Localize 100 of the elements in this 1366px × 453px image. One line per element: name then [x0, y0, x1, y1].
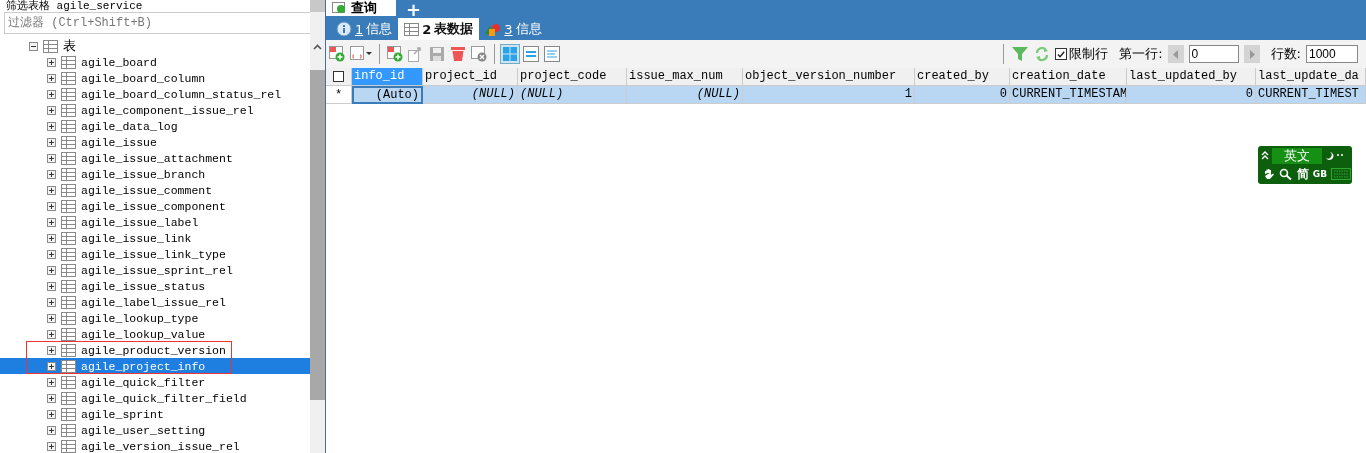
tree-item[interactable]: agile_lookup_type: [81, 311, 199, 325]
ime-charset-button[interactable]: GB: [1312, 169, 1328, 179]
table-icon: [43, 39, 58, 53]
select-all-checkbox[interactable]: [326, 68, 352, 86]
tree-item[interactable]: agile_issue_status: [81, 279, 206, 293]
tab-shortcut: 2: [422, 21, 432, 37]
expand-icon[interactable]: [47, 169, 56, 179]
row-count-field[interactable]: 1000: [1306, 45, 1358, 63]
search-icon[interactable]: [1278, 168, 1293, 180]
chevron-icon[interactable]: [1261, 151, 1269, 161]
scrollbar[interactable]: [310, 0, 325, 453]
tab[interactable]: 2 表数据: [398, 18, 480, 40]
tree-item[interactable]: agile_issue_label: [81, 215, 199, 229]
grid-options-icon[interactable]: [350, 46, 372, 62]
tree-item[interactable]: agile_issue: [81, 135, 157, 149]
filter-field[interactable]: 过滤器 (Ctrl+Shift+B): [4, 12, 310, 34]
form-view-icon[interactable]: [523, 46, 539, 62]
expand-icon[interactable]: [47, 233, 56, 243]
tree-item[interactable]: agile_issue_link: [81, 231, 192, 245]
expand-icon[interactable]: [47, 265, 56, 275]
expand-icon[interactable]: [47, 73, 56, 83]
tree-item[interactable]: agile_quick_filter_field: [81, 391, 247, 405]
tree-item[interactable]: agile_sprint: [81, 407, 164, 421]
table-icon: [61, 391, 76, 405]
expand-icon[interactable]: [47, 153, 56, 163]
tree-item[interactable]: agile_component_issue_rel: [81, 103, 254, 117]
tree-item[interactable]: agile_board_column_status_rel: [81, 87, 282, 101]
add-record-icon[interactable]: [329, 46, 345, 62]
tree-item[interactable]: agile_issue_sprint_rel: [81, 263, 233, 277]
insert-record-icon[interactable]: [387, 46, 403, 62]
table-icon: [61, 407, 76, 421]
tree-item[interactable]: agile_data_log: [81, 119, 178, 133]
expand-icon[interactable]: [47, 297, 56, 307]
tree-item[interactable]: agile_issue_attachment: [81, 151, 233, 165]
expand-icon[interactable]: [47, 345, 56, 355]
expand-icon[interactable]: [47, 105, 56, 115]
table-icon: [61, 311, 76, 325]
expand-icon[interactable]: [47, 57, 56, 67]
ime-mode-button[interactable]: 英文: [1272, 148, 1322, 164]
scroll-up-icon[interactable]: [313, 44, 322, 50]
tree-item[interactable]: agile_board: [81, 55, 157, 69]
tree-item[interactable]: agile_board_column: [81, 71, 206, 85]
expand-icon[interactable]: [47, 89, 56, 99]
column-header[interactable]: project_id: [423, 68, 518, 86]
expand-icon[interactable]: [47, 409, 56, 419]
expand-icon[interactable]: [47, 121, 56, 131]
tree-item[interactable]: agile_project_info: [81, 359, 206, 373]
tree-item[interactable]: agile_user_setting: [81, 423, 206, 437]
expand-icon[interactable]: [47, 329, 56, 339]
collapse-icon[interactable]: [29, 41, 38, 51]
tree-item[interactable]: agile_issue_branch: [81, 167, 206, 181]
tree-item[interactable]: agile_quick_filter: [81, 375, 206, 389]
previous-page-button[interactable]: [1167, 45, 1184, 63]
tree-item[interactable]: 表: [63, 37, 76, 55]
expand-icon[interactable]: [47, 377, 56, 387]
tree-item[interactable]: agile_issue_link_type: [81, 247, 226, 261]
column-header[interactable]: issue_max_num: [627, 68, 743, 86]
tab[interactable]: 1 信息: [330, 18, 399, 40]
text-view-icon[interactable]: [544, 46, 560, 62]
tree-item[interactable]: agile_product_version: [81, 343, 226, 357]
tree-item[interactable]: agile_label_issue_rel: [81, 295, 226, 309]
tab[interactable]: 3 信息: [479, 18, 548, 40]
limit-rows-checkbox[interactable]: 限制行: [1055, 45, 1109, 63]
expand-icon[interactable]: [47, 425, 56, 435]
expand-icon[interactable]: [47, 361, 56, 371]
next-page-button[interactable]: [1243, 45, 1260, 63]
delete-record-icon[interactable]: [471, 46, 487, 62]
expand-icon[interactable]: [47, 201, 56, 211]
tree-item[interactable]: agile_lookup_value: [81, 327, 206, 341]
column-header[interactable]: creation_date: [1010, 68, 1127, 86]
hand-icon[interactable]: [1263, 168, 1275, 180]
moon-icon[interactable]: [1325, 151, 1345, 161]
expand-icon[interactable]: [47, 393, 56, 403]
expand-icon[interactable]: [47, 441, 56, 451]
column-header[interactable]: last_update_da: [1256, 68, 1366, 86]
expand-icon[interactable]: [47, 137, 56, 147]
ime-script-button[interactable]: 简: [1296, 165, 1309, 183]
expand-icon[interactable]: [47, 313, 56, 323]
column-header[interactable]: object_version_number: [743, 68, 915, 86]
column-header[interactable]: last_updated_by: [1127, 68, 1256, 86]
delete-icon[interactable]: [450, 46, 466, 62]
editor-tab[interactable]: 查询: [326, 0, 396, 16]
expand-icon[interactable]: [47, 217, 56, 227]
new-tab-button[interactable]: +: [402, 3, 426, 17]
expand-icon[interactable]: [47, 281, 56, 291]
scrollbar-thumb[interactable]: [310, 70, 325, 400]
keyboard-icon[interactable]: [1331, 168, 1351, 180]
table-cell: (NULL): [627, 86, 743, 104]
expand-icon[interactable]: [47, 249, 56, 259]
tree-item[interactable]: agile_version_issue_rel: [81, 439, 240, 453]
column-header[interactable]: project_code: [518, 68, 627, 86]
tab-label: 查询: [351, 0, 377, 17]
tab-label: 信息: [366, 20, 393, 38]
expand-icon[interactable]: [47, 185, 56, 195]
first-row-label: 第一行:: [1119, 45, 1163, 63]
tree-item[interactable]: agile_issue_component: [81, 199, 226, 213]
first-row-field[interactable]: 0: [1188, 45, 1239, 63]
column-header[interactable]: created_by: [915, 68, 1010, 86]
table-icon: [61, 183, 76, 197]
tree-item[interactable]: agile_issue_comment: [81, 183, 213, 197]
